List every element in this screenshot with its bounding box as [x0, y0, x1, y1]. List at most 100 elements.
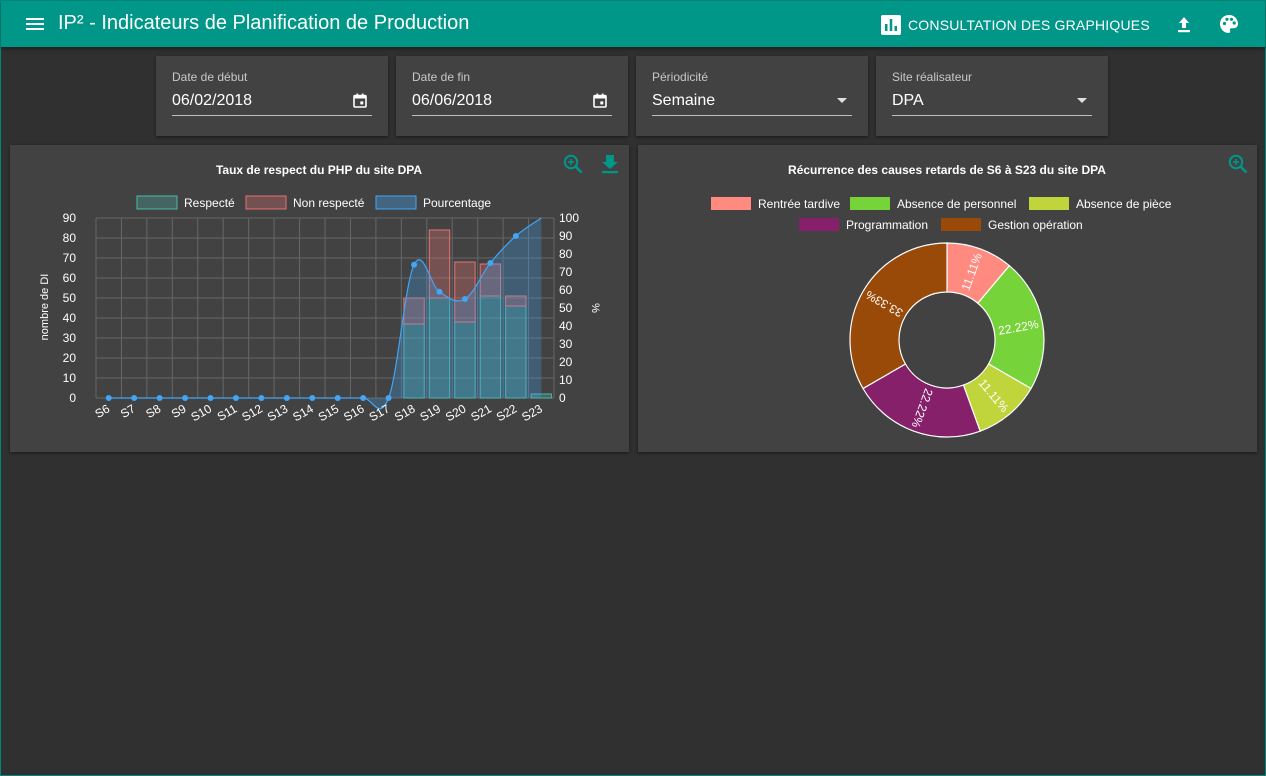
site-select[interactable]: Site réalisateur DPA: [876, 56, 1108, 136]
x-tick-label: S12: [239, 401, 265, 424]
line-point: [156, 395, 163, 401]
site-value[interactable]: DPA: [892, 92, 924, 110]
x-tick-label: S10: [189, 401, 215, 424]
periodicity-label: Périodicité: [652, 70, 709, 84]
line-point: [105, 395, 112, 401]
legend-swatch: [375, 195, 417, 210]
respect-chart: Taux de respect du PHP du site DPA Respe…: [39, 163, 601, 424]
legend-label: Absence de pièce: [1076, 197, 1172, 211]
x-tick-label: S9: [169, 401, 189, 421]
y-axis-title: nombre de DI: [39, 274, 51, 341]
y2-tick-label: 40: [559, 319, 573, 333]
x-tick-label: S8: [143, 401, 163, 421]
legend-swatch: [850, 197, 890, 210]
line-point: [360, 395, 367, 401]
y2-tick-label: 100: [559, 211, 579, 225]
end-date-label: Date de fin: [412, 70, 471, 84]
start-date-label: Date de début: [172, 70, 248, 84]
y-tick-label: 20: [63, 351, 77, 365]
legend-label: Respecté: [184, 196, 235, 210]
periodicity-select[interactable]: Périodicité Semaine: [636, 56, 868, 136]
menu-icon[interactable]: [25, 14, 47, 34]
x-tick-label: S21: [468, 401, 494, 424]
line-point: [487, 260, 494, 266]
x-tick-label: S17: [367, 401, 393, 424]
start-date-field[interactable]: Date de début 06/02/2018: [156, 56, 388, 136]
x-tick-label: S11: [215, 401, 240, 424]
site-label: Site réalisateur: [892, 70, 973, 84]
legend-swatch: [136, 195, 178, 210]
start-date-value[interactable]: 06/02/2018: [172, 92, 252, 110]
legend-label: Absence de personnel: [897, 197, 1016, 211]
end-date-underline: [412, 115, 612, 116]
consultation-button[interactable]: CONSULTATION DES GRAPHIQUES: [881, 14, 1150, 36]
legend-label: Non respecté: [293, 196, 365, 210]
x-tick-label: S18: [392, 401, 418, 424]
line-point: [512, 233, 519, 239]
chevron-down-icon[interactable]: [837, 98, 847, 103]
chevron-down-icon[interactable]: [1077, 98, 1087, 103]
causes-chart: Récurrence des causes retards de S6 à S2…: [711, 163, 1172, 438]
y-tick-label: 40: [63, 311, 77, 325]
legend-label: Programmation: [846, 218, 928, 232]
site-underline: [892, 115, 1092, 116]
palette-icon[interactable]: [1218, 13, 1240, 35]
line-point: [283, 395, 290, 401]
legend-label: Rentrée tardive: [758, 197, 840, 211]
chart-legend: Rentrée tardive Absence de personnel Absen…: [711, 197, 1172, 232]
start-date-underline: [172, 115, 372, 116]
legend-swatch: [1029, 197, 1069, 210]
line-point: [309, 395, 316, 401]
x-tick-label: S7: [118, 401, 138, 421]
y-tick-label: 60: [63, 271, 77, 285]
legend-swatch: [245, 195, 287, 210]
line-point: [207, 395, 214, 401]
x-tick-label: S19: [418, 401, 444, 424]
y-tick-label: 50: [63, 291, 77, 305]
periodicity-underline: [652, 115, 852, 116]
y2-tick-label: 10: [559, 373, 573, 387]
x-tick-label: S20: [443, 401, 469, 424]
line-point: [461, 296, 468, 302]
y2-tick-label: 70: [559, 265, 573, 279]
line-point: [232, 395, 239, 401]
app-title: IP² - Indicateurs de Planification de Pr…: [58, 12, 470, 34]
calendar-icon[interactable]: [353, 93, 367, 108]
chart-legend: Respecté Non respecté Pourcentage: [136, 195, 491, 210]
y-tick-label: 0: [69, 391, 76, 405]
chart-slices: 11.11%22.22%11.11%22.22%33.33%: [849, 242, 1045, 438]
x-tick-label: S15: [316, 401, 342, 424]
line-point: [411, 261, 418, 268]
y2-axis-title: %: [589, 303, 601, 313]
y2-tick-label: 90: [559, 229, 573, 243]
legend-label: Pourcentage: [423, 196, 491, 210]
y2-tick-label: 80: [559, 247, 573, 261]
y2-tick-label: 20: [559, 355, 573, 369]
legend-swatch: [799, 218, 839, 231]
y2-tick-label: 50: [559, 301, 573, 315]
chart-title: Récurrence des causes retards de S6 à S2…: [788, 163, 1106, 177]
x-tick-label: S13: [265, 401, 291, 424]
upload-icon[interactable]: [1173, 13, 1195, 35]
consultation-label: CONSULTATION DES GRAPHIQUES: [908, 17, 1150, 33]
line-point: [436, 288, 443, 295]
y-tick-label: 10: [63, 371, 77, 385]
chart-title: Taux de respect du PHP du site DPA: [216, 163, 422, 177]
line-point: [334, 395, 341, 401]
y2-tick-label: 60: [559, 283, 573, 297]
x-tick-label: S6: [93, 401, 113, 421]
causes-chart-panel: Récurrence des causes retards de S6 à S2…: [638, 145, 1257, 452]
app-bar: IP² - Indicateurs de Planification de Pr…: [1, 1, 1265, 47]
y-tick-label: 90: [63, 211, 77, 225]
line-point: [182, 395, 189, 401]
legend-swatch: [711, 197, 751, 210]
periodicity-value[interactable]: Semaine: [652, 92, 715, 110]
x-tick-label: S14: [290, 401, 316, 424]
respect-chart-panel: Taux de respect du PHP du site DPA Respe…: [10, 145, 629, 452]
end-date-value[interactable]: 06/06/2018: [412, 92, 492, 110]
calendar-icon[interactable]: [593, 93, 607, 108]
end-date-field[interactable]: Date de fin 06/06/2018: [396, 56, 628, 136]
y2-tick-label: 30: [559, 337, 573, 351]
bar-chart-icon: [881, 15, 901, 35]
line-point: [131, 395, 138, 401]
